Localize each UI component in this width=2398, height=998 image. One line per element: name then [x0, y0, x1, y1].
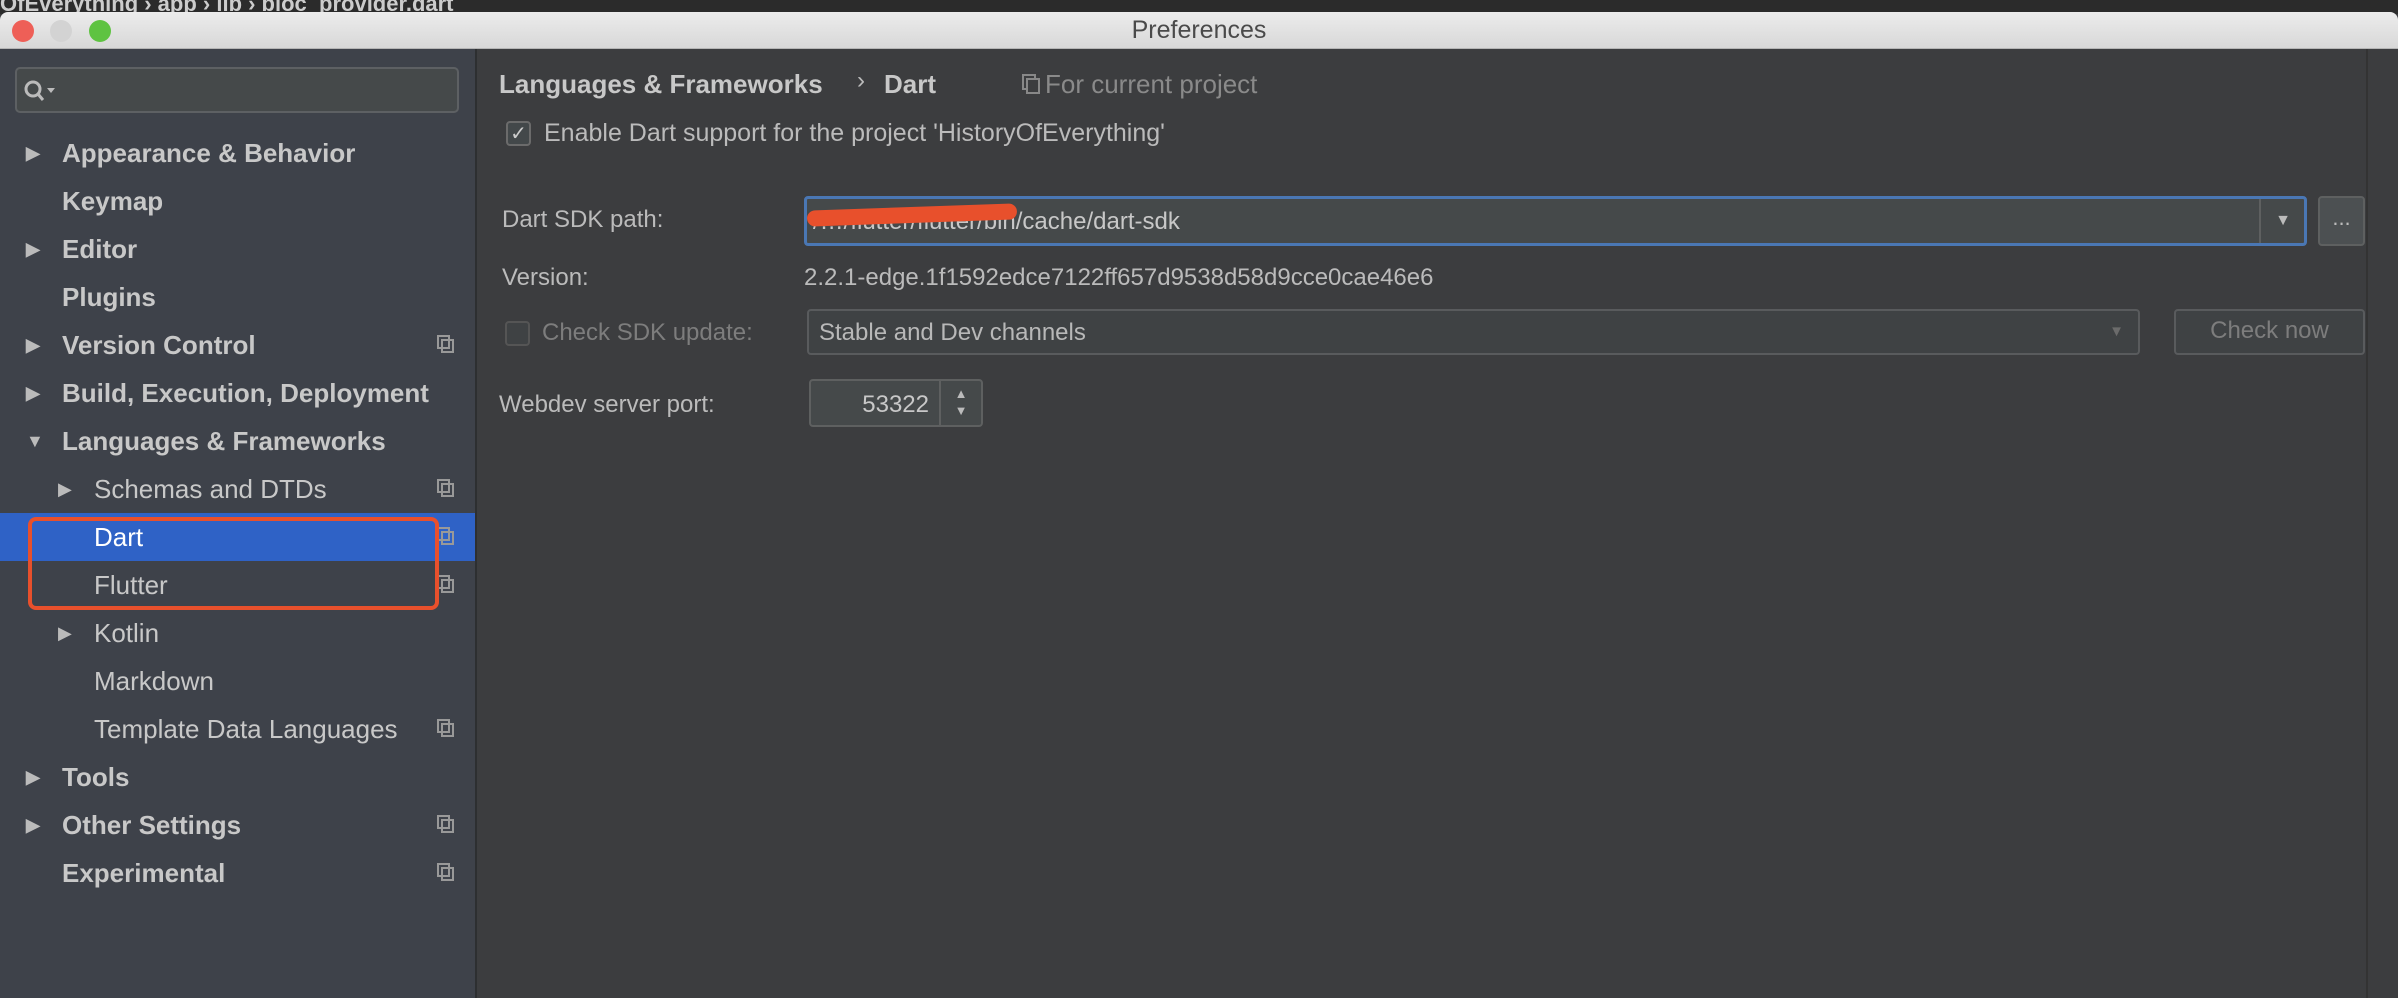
project-scope-icon — [437, 335, 454, 353]
project-scope-icon — [437, 719, 454, 737]
sidebar-item[interactable]: ▶ Editor — [0, 225, 475, 273]
title-bar: Preferences — [0, 12, 2398, 49]
project-scope-icon — [437, 863, 454, 881]
check-sdk-update-label: Check SDK update: — [542, 319, 753, 346]
sidebar-item[interactable]: ▶ Version Control — [0, 321, 475, 369]
sidebar-item[interactable]: ▶ Appearance & Behavior — [0, 129, 475, 177]
sidebar-item[interactable]: ▶ Schemas and DTDs — [0, 465, 475, 513]
sidebar-item-label: Template Data Languages — [94, 714, 398, 744]
collapsed-arrow-icon[interactable]: ▶ — [58, 609, 72, 657]
collapsed-arrow-icon[interactable]: ▶ — [26, 225, 40, 273]
collapsed-arrow-icon[interactable]: ▶ — [26, 753, 40, 801]
sidebar: ▶ Appearance & Behavior Keymap ▶ Editor Plugi… — [0, 49, 477, 998]
webdev-port-value[interactable]: 53322 — [811, 391, 929, 419]
sidebar-item-label: Keymap — [62, 186, 164, 216]
sidebar-item[interactable]: ▶ Tools — [0, 753, 475, 801]
sidebar-item-label: Other Settings — [62, 810, 242, 840]
sidebar-item-label: Editor — [62, 234, 138, 264]
sidebar-item[interactable]: Plugins — [0, 273, 475, 321]
check-sdk-update-checkbox[interactable] — [505, 321, 530, 346]
project-scope-icon — [437, 479, 454, 497]
chevron-down-icon[interactable]: ▼ — [2259, 199, 2305, 243]
project-scope-icon — [1022, 74, 1040, 94]
collapsed-arrow-icon[interactable]: ▶ — [26, 369, 40, 417]
chevron-down-icon: ▼ — [2109, 323, 2124, 340]
sidebar-item-label: Tools — [62, 762, 130, 792]
project-scope-icon — [437, 575, 454, 593]
sidebar-item-label: Version Control — [62, 330, 256, 360]
divider — [2366, 49, 2368, 998]
sidebar-item[interactable]: Markdown — [0, 657, 475, 705]
browse-button[interactable]: ... — [2318, 196, 2365, 246]
enable-dart-label: Enable Dart support for the project 'His… — [544, 119, 1165, 147]
sidebar-item[interactable]: ▶ Build, Execution, Deployment — [0, 369, 475, 417]
settings-panel: Languages & Frameworks › Dart For curren… — [479, 49, 2398, 998]
breadcrumb-parent[interactable]: Languages & Frameworks — [499, 69, 823, 100]
sidebar-item-label: Languages & Frameworks — [62, 426, 386, 456]
sidebar-item[interactable]: ▶ Kotlin — [0, 609, 475, 657]
sidebar-item-label: Appearance & Behavior — [62, 138, 356, 168]
scope-label: For current project — [1045, 69, 1258, 99]
webdev-port-spinner[interactable]: 53322 ▲ ▼ — [809, 379, 983, 427]
sidebar-item-label: Markdown — [94, 666, 214, 696]
collapsed-arrow-icon[interactable]: ▶ — [58, 465, 72, 513]
highlight-annotation — [28, 517, 439, 610]
sidebar-item-label: Schemas and DTDs — [94, 474, 327, 504]
sidebar-item-label: Kotlin — [94, 618, 160, 648]
collapsed-arrow-icon[interactable]: ▶ — [26, 801, 40, 849]
expanded-arrow-icon[interactable]: ▼ — [26, 417, 44, 465]
sidebar-item[interactable]: ▼ Languages & Frameworks — [0, 417, 475, 465]
breadcrumb-current: Dart — [884, 69, 937, 99]
window-title: Preferences — [1131, 16, 1267, 44]
version-label: Version: — [502, 264, 589, 291]
sdk-path-combobox[interactable]: /…/flutter/flutter/bin/cache/dart-sdk ▼ — [804, 196, 2307, 246]
breadcrumb-separator: › — [857, 67, 865, 94]
version-value: 2.2.1-edge.1f1592edce7122ff657d9538d58d9… — [804, 264, 1434, 291]
sidebar-item-label: Plugins — [62, 282, 156, 312]
sidebar-item[interactable]: Template Data Languages — [0, 705, 475, 753]
collapsed-arrow-icon[interactable]: ▶ — [26, 321, 40, 369]
project-scope-icon — [437, 815, 454, 833]
sidebar-item[interactable]: ▶ Other Settings — [0, 801, 475, 849]
update-channel-value: Stable and Dev channels — [819, 319, 1086, 346]
project-scope-icon — [437, 527, 454, 545]
sidebar-item[interactable]: Keymap — [0, 177, 475, 225]
webdev-port-label: Webdev server port: — [499, 391, 715, 418]
sidebar-item-label: Build, Execution, Deployment — [62, 378, 429, 408]
update-channel-select[interactable]: Stable and Dev channels ▼ — [807, 309, 2140, 355]
sidebar-item-label: Experimental — [62, 858, 226, 888]
search-icon — [24, 80, 55, 101]
check-now-button[interactable]: Check now — [2174, 309, 2365, 355]
sdk-path-label: Dart SDK path: — [502, 206, 664, 233]
sidebar-item[interactable]: Experimental — [0, 849, 475, 897]
collapsed-arrow-icon[interactable]: ▶ — [26, 129, 40, 177]
search-input[interactable] — [15, 67, 459, 113]
enable-dart-checkbox[interactable]: ✓ — [506, 121, 531, 146]
spinner-arrows-icon[interactable]: ▲ ▼ — [939, 381, 981, 425]
